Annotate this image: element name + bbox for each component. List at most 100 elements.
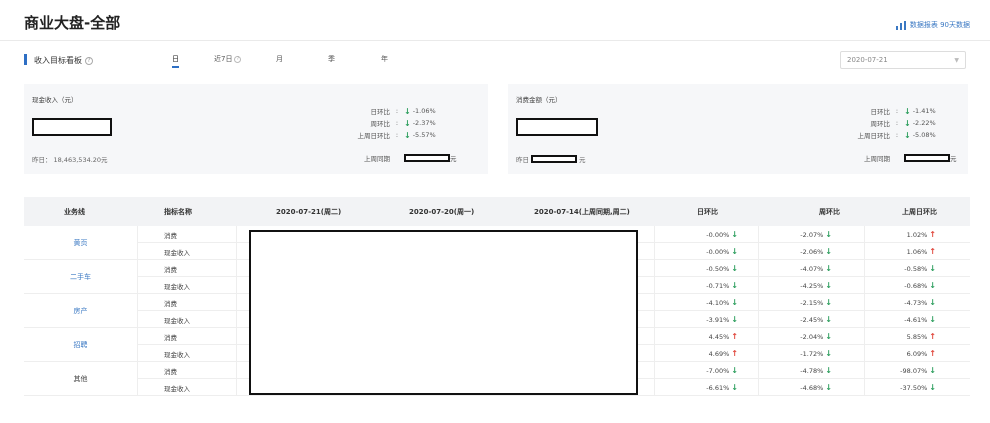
cell-value: -0.00% <box>706 248 730 256</box>
table-cell: -4.25% ↓ <box>800 281 832 290</box>
table-cell: -0.50% ↓ <box>706 264 738 273</box>
tab-7day[interactable]: 近7日 ? <box>214 54 242 64</box>
arrow-down-icon: ↓ <box>929 281 936 290</box>
consumption-yesterday: 昨日 元 <box>516 155 586 164</box>
metric-name: 现金收入 <box>164 283 190 291</box>
arrow-up-icon: ↑ <box>929 247 936 256</box>
cash-income-card: 现金收入（元） 昨日： 18,463,534.20元 日环比: ↓ -1.06%… <box>24 84 488 174</box>
arrow-up-icon: ↑ <box>929 230 936 239</box>
tab-month-label: 月 <box>276 55 283 63</box>
cell-value: -1.72% <box>800 350 824 358</box>
arrow-down-icon: ↓ <box>904 106 911 116</box>
business-line-label: 其他 <box>24 362 138 396</box>
table-cell: -0.58% ↓ <box>904 264 936 273</box>
table-cell: -2.07% ↓ <box>800 230 832 239</box>
cell-value: 6.09% <box>906 350 928 358</box>
tab-quarter-label: 季 <box>328 55 335 63</box>
column-divider <box>654 226 655 396</box>
stat-last-week-same: 上周同期 元 <box>864 154 957 163</box>
table-cell: 1.06% ↑ <box>907 247 936 256</box>
cell-value: -2.04% <box>800 333 824 341</box>
metric-name: 消费 <box>164 232 177 240</box>
header-divider <box>0 40 990 41</box>
cell-value: -4.78% <box>800 367 824 375</box>
redacted-value <box>904 154 950 162</box>
metric-name: 消费 <box>164 300 177 308</box>
data-report-link-label: 数据报表 90天数据 <box>909 21 970 29</box>
stat-last-week: 上周日环比: ↓ -5.08% <box>857 130 936 141</box>
stat-day: 日环比: ↓ -1.06% <box>370 106 436 117</box>
cell-value: -4.73% <box>904 299 928 307</box>
help-circle-icon[interactable]: ? <box>234 55 242 63</box>
arrow-down-icon: ↓ <box>929 264 936 273</box>
cell-value: -4.61% <box>904 316 928 324</box>
table-header: 业务线 指标名称 2020-07-21(周二) 2020-07-20(周一) 2… <box>24 197 970 226</box>
cell-value: -0.71% <box>706 282 730 290</box>
section-title: 收入目标看板 ? <box>34 55 93 66</box>
cell-value: -2.07% <box>800 231 824 239</box>
stat-day: 日环比: ↓ -1.41% <box>870 106 936 117</box>
stat-week: 周环比: ↓ -2.22% <box>870 118 936 129</box>
tab-7day-label: 近7日 <box>214 55 233 63</box>
stat-last-week-same: 上周同期 元 <box>364 154 457 163</box>
tab-year[interactable]: 年 <box>381 54 388 64</box>
arrow-down-icon: ↓ <box>929 366 936 375</box>
arrow-down-icon: ↓ <box>404 118 411 128</box>
cell-value: 4.45% <box>708 333 730 341</box>
table-cell: -2.04% ↓ <box>800 332 832 341</box>
arrow-up-icon: ↑ <box>731 332 738 341</box>
consumption-label: 消费金额（元） <box>516 96 562 104</box>
table-cell: -4.68% ↓ <box>800 383 832 392</box>
date-picker-value: 2020-07-21 <box>847 56 888 64</box>
metric-name: 消费 <box>164 368 177 376</box>
column-divider <box>758 226 759 396</box>
table-cell: 6.09% ↑ <box>907 349 936 358</box>
column-divider <box>236 226 237 396</box>
cell-value: -4.68% <box>800 384 824 392</box>
business-line-link[interactable]: 黄页 <box>24 226 138 260</box>
arrow-down-icon: ↓ <box>904 130 911 140</box>
cell-value: -4.10% <box>706 299 730 307</box>
help-circle-icon[interactable]: ? <box>85 56 93 65</box>
cell-value: -98.07% <box>900 367 928 375</box>
tab-month[interactable]: 月 <box>276 54 283 64</box>
redacted-value <box>404 154 450 162</box>
arrow-down-icon: ↓ <box>731 383 738 392</box>
tab-quarter[interactable]: 季 <box>328 54 335 64</box>
cash-income-label: 现金收入（元） <box>32 96 78 104</box>
table-cell: -4.61% ↓ <box>904 315 936 324</box>
table-cell: -2.45% ↓ <box>800 315 832 324</box>
arrow-down-icon: ↓ <box>825 281 832 290</box>
business-line-link[interactable]: 房产 <box>24 294 138 328</box>
cell-value: 1.02% <box>906 231 928 239</box>
arrow-down-icon: ↓ <box>731 298 738 307</box>
tab-day-label: 日 <box>172 55 179 63</box>
table-cell: -4.73% ↓ <box>904 298 936 307</box>
arrow-down-icon: ↓ <box>825 247 832 256</box>
cell-value: -37.50% <box>900 384 928 392</box>
business-line-link[interactable]: 二手车 <box>24 260 138 294</box>
arrow-up-icon: ↑ <box>731 349 738 358</box>
cell-value: -0.68% <box>904 282 928 290</box>
redacted-table-values <box>249 230 638 395</box>
data-report-link[interactable]: 数据报表 90天数据 <box>895 20 970 30</box>
date-picker[interactable]: 2020-07-21 ▼ <box>840 51 966 69</box>
column-header: 周环比 <box>819 208 840 216</box>
arrow-down-icon: ↓ <box>731 264 738 273</box>
yesterday-value: 18,463,534.20元 <box>53 156 108 164</box>
arrow-down-icon: ↓ <box>825 332 832 341</box>
arrow-down-icon: ↓ <box>731 366 738 375</box>
table-cell: -1.72% ↓ <box>800 349 832 358</box>
tab-day[interactable]: 日 <box>172 54 179 68</box>
metric-name: 现金收入 <box>164 385 190 393</box>
column-header: 2020-07-20(周一) <box>409 208 475 216</box>
section-accent-bar <box>24 54 27 65</box>
redacted-value <box>32 118 112 136</box>
cell-value: -4.25% <box>800 282 824 290</box>
table-cell: -7.00% ↓ <box>706 366 738 375</box>
arrow-down-icon: ↓ <box>929 383 936 392</box>
section-title-label: 收入目标看板 <box>34 56 82 65</box>
arrow-down-icon: ↓ <box>825 264 832 273</box>
column-divider <box>864 226 865 396</box>
business-line-link[interactable]: 招聘 <box>24 328 138 362</box>
